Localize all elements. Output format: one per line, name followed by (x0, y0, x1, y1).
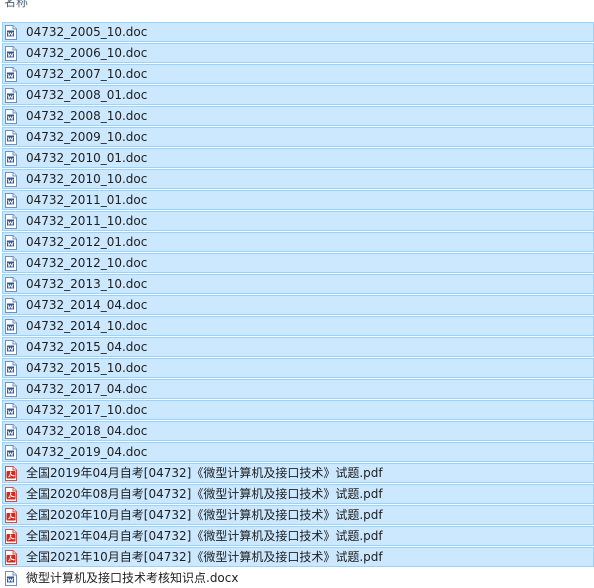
word-doc-icon (5, 360, 17, 376)
word-doc-icon (5, 297, 17, 313)
file-name: 04732_2005_10.doc (26, 25, 148, 39)
word-doc-icon (5, 276, 17, 292)
file-row[interactable]: 04732_2006_10.doc (0, 43, 594, 63)
pdf-icon (5, 549, 17, 565)
file-name: 04732_2019_04.doc (26, 445, 148, 459)
file-row[interactable]: 04732_2012_10.doc (0, 253, 594, 273)
word-doc-icon (5, 129, 17, 145)
word-doc-icon (5, 423, 17, 439)
file-row[interactable]: 04732_2008_01.doc (0, 85, 594, 105)
file-row[interactable]: 全国2020年08月自考[04732]《微型计算机及接口技术》试题.pdf (0, 484, 594, 504)
file-row[interactable]: 04732_2014_10.doc (0, 316, 594, 336)
word-doc-icon (5, 24, 17, 40)
file-name: 04732_2017_10.doc (26, 403, 148, 417)
word-doc-icon (5, 339, 17, 355)
word-doc-icon (5, 66, 17, 82)
word-doc-icon (5, 192, 17, 208)
file-name: 04732_2017_04.doc (26, 382, 148, 396)
file-name: 04732_2012_01.doc (26, 235, 148, 249)
file-row[interactable]: 04732_2017_10.doc (0, 400, 594, 420)
file-name: 04732_2014_10.doc (26, 319, 148, 333)
file-name: 全国2021年10月自考[04732]《微型计算机及接口技术》试题.pdf (26, 550, 383, 564)
file-row[interactable]: 全国2019年04月自考[04732]《微型计算机及接口技术》试题.pdf (0, 463, 594, 483)
file-row[interactable]: 04732_2012_01.doc (0, 232, 594, 252)
pdf-icon (5, 507, 17, 523)
file-name: 全国2020年10月自考[04732]《微型计算机及接口技术》试题.pdf (26, 508, 383, 522)
file-name: 04732_2006_10.doc (26, 46, 148, 60)
file-name: 04732_2010_01.doc (26, 151, 148, 165)
file-row[interactable]: 04732_2018_04.doc (0, 421, 594, 441)
file-name: 04732_2012_10.doc (26, 256, 148, 270)
column-header: 名称 (0, 0, 594, 10)
word-doc-icon (5, 171, 17, 187)
file-name: 全国2019年04月自考[04732]《微型计算机及接口技术》试题.pdf (26, 466, 383, 480)
file-name: 04732_2011_10.doc (26, 214, 148, 228)
file-name: 04732_2011_01.doc (26, 193, 148, 207)
file-name: 04732_2015_04.doc (26, 340, 148, 354)
file-name: 全国2020年08月自考[04732]《微型计算机及接口技术》试题.pdf (26, 487, 383, 501)
file-row[interactable]: 04732_2017_04.doc (0, 379, 594, 399)
file-row[interactable]: 全国2021年04月自考[04732]《微型计算机及接口技术》试题.pdf (0, 526, 594, 546)
file-row[interactable]: 04732_2013_10.doc (0, 274, 594, 294)
name-column-header[interactable]: 名称 (4, 0, 28, 10)
file-name: 微型计算机及接口技术考核知识点.docx (26, 571, 239, 585)
word-doc-icon (5, 45, 17, 61)
word-doc-icon (5, 234, 17, 250)
file-row[interactable]: 04732_2011_01.doc (0, 190, 594, 210)
file-row[interactable]: 04732_2009_10.doc (0, 127, 594, 147)
word-doc-icon (5, 87, 17, 103)
file-row[interactable]: 微型计算机及接口技术考核知识点.docx (0, 568, 594, 588)
word-doc-icon (5, 402, 17, 418)
file-row[interactable]: 04732_2015_10.doc (0, 358, 594, 378)
file-name: 04732_2014_04.doc (26, 298, 148, 312)
file-row[interactable]: 全国2021年10月自考[04732]《微型计算机及接口技术》试题.pdf (0, 547, 594, 567)
file-name: 04732_2009_10.doc (26, 130, 148, 144)
pdf-icon (5, 486, 17, 502)
file-name: 04732_2008_01.doc (26, 88, 148, 102)
word-doc-icon (5, 444, 17, 460)
file-name: 04732_2007_10.doc (26, 67, 148, 81)
file-name: 全国2021年04月自考[04732]《微型计算机及接口技术》试题.pdf (26, 529, 383, 543)
file-row[interactable]: 04732_2011_10.doc (0, 211, 594, 231)
file-explorer-window: 名称 04732_2005_10.doc 04732_2006_10.doc 047… (0, 0, 594, 588)
word-doc-icon (5, 255, 17, 271)
word-doc-icon (5, 108, 17, 124)
file-row[interactable]: 全国2020年10月自考[04732]《微型计算机及接口技术》试题.pdf (0, 505, 594, 525)
file-row[interactable]: 04732_2010_10.doc (0, 169, 594, 189)
word-doc-icon (5, 150, 17, 166)
word-doc-icon (5, 381, 17, 397)
pdf-icon (5, 465, 17, 481)
file-name: 04732_2018_04.doc (26, 424, 148, 438)
file-row[interactable]: 04732_2008_10.doc (0, 106, 594, 126)
file-name: 04732_2010_10.doc (26, 172, 148, 186)
file-row[interactable]: 04732_2015_04.doc (0, 337, 594, 357)
file-name: 04732_2008_10.doc (26, 109, 148, 123)
file-name: 04732_2013_10.doc (26, 277, 148, 291)
file-row[interactable]: 04732_2014_04.doc (0, 295, 594, 315)
file-row[interactable]: 04732_2007_10.doc (0, 64, 594, 84)
pdf-icon (5, 528, 17, 544)
file-name: 04732_2015_10.doc (26, 361, 148, 375)
file-list: 04732_2005_10.doc 04732_2006_10.doc 04732_… (0, 22, 594, 588)
word-doc-icon (5, 318, 17, 334)
word-doc-icon (5, 213, 17, 229)
file-row[interactable]: 04732_2010_01.doc (0, 148, 594, 168)
file-row[interactable]: 04732_2019_04.doc (0, 442, 594, 462)
file-row[interactable]: 04732_2005_10.doc (0, 22, 594, 42)
word-doc-icon (5, 570, 17, 586)
